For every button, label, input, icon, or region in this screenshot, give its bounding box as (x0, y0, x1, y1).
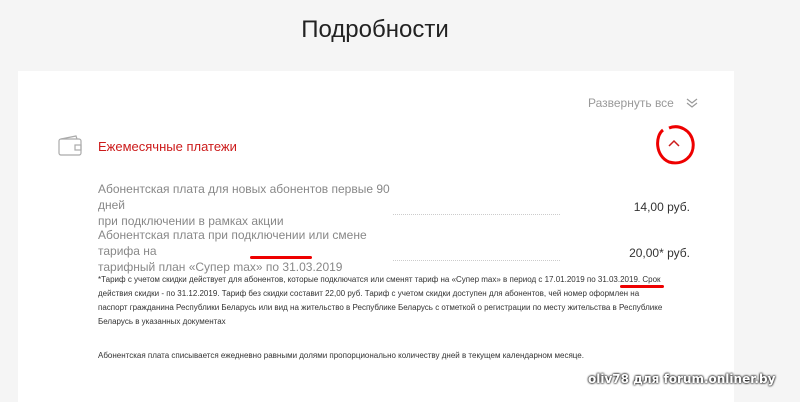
price-row-description: Абонентская плата для новых абонентов пе… (98, 181, 398, 229)
page-title: Подробности (301, 16, 449, 43)
tariff-footnote: *Тариф с учетом скидки действует для або… (98, 273, 692, 329)
description-line: Абонентская плата для новых абонентов пе… (98, 182, 390, 212)
section-title: Ежемесячные платежи (98, 138, 237, 154)
price-value: 20,00* руб. (629, 246, 690, 260)
price-value: 14,00 руб. (633, 200, 690, 214)
details-card: Развернуть все Ежемесячные платежи Абоне… (18, 71, 734, 402)
dotted-leader (393, 260, 560, 261)
expand-all-label: Развернуть все (588, 96, 674, 110)
red-underline-annotation (250, 256, 312, 259)
price-row: Абонентская плата при подключении или см… (98, 227, 690, 275)
chevron-up-icon (656, 125, 695, 165)
footnote-line: паспорт гражданина Республики Беларусь и… (98, 303, 663, 312)
watermark: oliv78 для forum.onliner.by (588, 372, 776, 386)
price-row-description: Абонентская плата при подключении или см… (98, 227, 398, 275)
wallet-icon (58, 135, 82, 156)
section-header-monthly-payments[interactable]: Ежемесячные платежи (58, 131, 698, 161)
price-row: Абонентская плата для новых абонентов пе… (98, 181, 690, 229)
footnote-line: действия скидки - по 31.12.2019. Тариф б… (98, 289, 640, 298)
collapse-section-button[interactable] (653, 122, 697, 166)
billing-note: Абонентская плата списывается ежедневно … (98, 351, 584, 360)
footnote-line: Беларусь в указанных документах (98, 317, 226, 326)
footnote-line: *Тариф с учетом скидки действует для або… (98, 275, 661, 284)
description-line: Абонентская плата при подключении или см… (98, 228, 367, 258)
double-chevron-down-icon (686, 98, 698, 108)
dotted-leader (393, 214, 560, 215)
expand-all-button[interactable]: Развернуть все (588, 96, 698, 110)
red-underline-annotation (620, 285, 664, 288)
